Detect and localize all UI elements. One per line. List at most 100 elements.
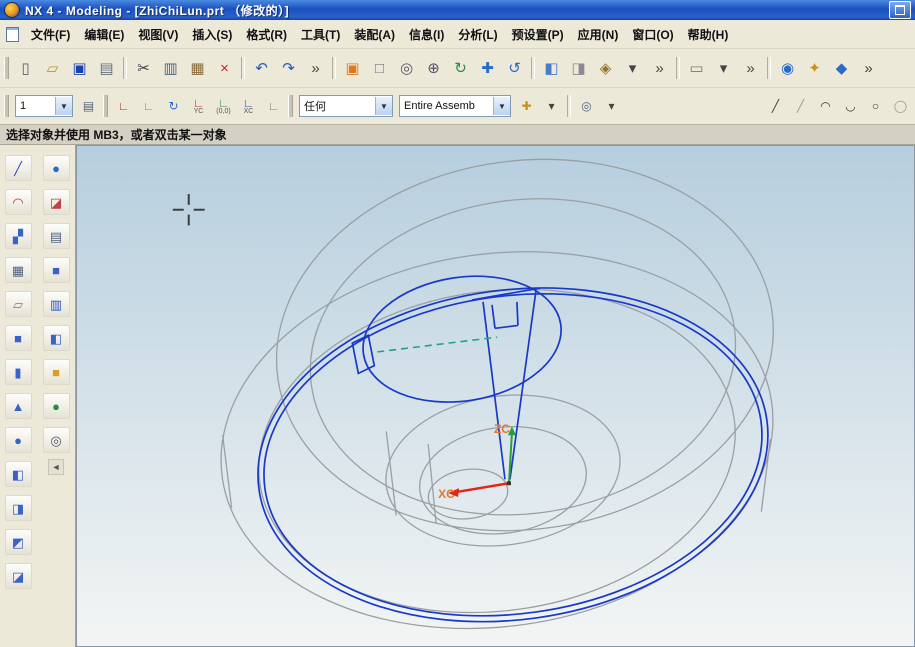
zoom-button[interactable]: ◎: [393, 54, 420, 82]
paste-button[interactable]: ▦: [184, 54, 211, 82]
measure-button[interactable]: ▭: [683, 54, 710, 82]
snap-end-point-button[interactable]: ∟: [111, 93, 136, 119]
restore-button[interactable]: [889, 1, 911, 19]
toolbar-overflow-3-button[interactable]: »: [737, 54, 764, 82]
open-button[interactable]: ▱: [39, 54, 66, 82]
instance-button[interactable]: ◎: [43, 427, 70, 453]
wcs-triad[interactable]: ZC XC: [438, 422, 516, 501]
circle-tool-button[interactable]: ○: [863, 93, 888, 119]
boss-button[interactable]: ■: [43, 359, 70, 385]
cone-button[interactable]: ▲: [5, 393, 32, 419]
menu-application[interactable]: 应用(N): [571, 20, 626, 48]
datum-csys-button[interactable]: ◪: [43, 189, 70, 215]
visual-effects-button[interactable]: ◉: [774, 54, 801, 82]
line-button[interactable]: ╱: [5, 155, 32, 181]
high-quality-image-button[interactable]: ✦: [801, 54, 828, 82]
sphere-button[interactable]: ●: [5, 427, 32, 453]
graphics-window[interactable]: ZC XC: [76, 145, 915, 647]
toolbar-grip[interactable]: [4, 95, 8, 117]
chevron-down-icon[interactable]: ▼: [55, 97, 72, 115]
cut-button[interactable]: ✂: [130, 54, 157, 82]
undo-button[interactable]: ↶: [248, 54, 275, 82]
menu-format[interactable]: 格式(R): [239, 20, 294, 48]
copy-button[interactable]: ▥: [157, 54, 184, 82]
toolbar-grip[interactable]: [103, 95, 107, 117]
layer-category-button[interactable]: ▤: [43, 223, 70, 249]
wcs-dynamics-button[interactable]: ∟ YC: [186, 93, 211, 119]
menu-insert[interactable]: 插入(S): [185, 20, 239, 48]
zoom-in-out-button[interactable]: ⊕: [420, 54, 447, 82]
toolbar-grip[interactable]: [288, 95, 292, 117]
toolbar-overflow-4-button[interactable]: »: [855, 54, 882, 82]
chevron-down-icon[interactable]: ▼: [375, 97, 392, 115]
display-properties-button[interactable]: ◆: [828, 54, 855, 82]
extrude-button[interactable]: ■: [43, 257, 70, 283]
refresh-button[interactable]: ↻: [447, 54, 474, 82]
pan-button[interactable]: ✚: [474, 54, 501, 82]
collapse-arrow-button[interactable]: ◄: [48, 459, 64, 475]
delete-button[interactable]: ×: [211, 54, 238, 82]
new-button[interactable]: ▯: [12, 54, 39, 82]
wcs-rotate-button[interactable]: ↻: [161, 93, 186, 119]
wireframe-view-button[interactable]: ◨: [565, 54, 592, 82]
selection-priority-button[interactable]: ◎: [574, 93, 599, 119]
zoom-window-button[interactable]: □: [366, 54, 393, 82]
save-button[interactable]: ▣: [66, 54, 93, 82]
centerline[interactable]: [377, 337, 497, 352]
toolbar-grip[interactable]: [4, 57, 8, 79]
menu-assemblies[interactable]: 装配(A): [347, 20, 402, 48]
menu-view[interactable]: 视图(V): [131, 20, 185, 48]
redo-button[interactable]: ↷: [275, 54, 302, 82]
inferred-line-tool-button[interactable]: ╱: [788, 93, 813, 119]
snap-mid-point-button[interactable]: ∟: [136, 93, 161, 119]
xc-axis[interactable]: [456, 483, 509, 492]
menu-window[interactable]: 窗口(O): [625, 20, 680, 48]
menu-file[interactable]: 文件(F): [24, 20, 77, 48]
shaded-view-button[interactable]: ◧: [538, 54, 565, 82]
menu-help[interactable]: 帮助(H): [681, 20, 736, 48]
chevron-down-icon[interactable]: ▼: [493, 97, 510, 115]
orient-view-tool-button[interactable]: ●: [43, 155, 70, 181]
unite-button[interactable]: ◧: [5, 461, 32, 487]
class-selection-menu-button[interactable]: ▾: [539, 93, 564, 119]
arc-button[interactable]: ◠: [5, 189, 32, 215]
datum-plane-button[interactable]: ▱: [5, 291, 32, 317]
selected-sketch[interactable]: [236, 257, 790, 646]
menu-analysis[interactable]: 分析(L): [451, 20, 504, 48]
subtract-button[interactable]: ◨: [5, 495, 32, 521]
measure-menu-button[interactable]: ▾: [710, 54, 737, 82]
fillet-tool-button[interactable]: ◡: [838, 93, 863, 119]
toolbar-overflow-button[interactable]: »: [302, 54, 329, 82]
basic-curves-button[interactable]: ▞: [5, 223, 32, 249]
revolve-button[interactable]: ▥: [43, 291, 70, 317]
selection-scope-select[interactable]: Entire Assemb ▼: [399, 95, 511, 117]
orient-view-button[interactable]: ◈: [592, 54, 619, 82]
arc-tool-button[interactable]: ◠: [813, 93, 838, 119]
block-button[interactable]: ■: [5, 325, 32, 351]
selection-menu-button[interactable]: ▾: [599, 93, 624, 119]
wcs-orient-button[interactable]: ∟: [261, 93, 286, 119]
title-bar[interactable]: NX 4 - Modeling - [ZhiChiLun.prt （修改的）]: [0, 0, 915, 20]
layer-select[interactable]: 1 ▼: [15, 95, 73, 117]
edit-feature-button[interactable]: ◪: [5, 563, 32, 589]
cylinder-button[interactable]: ▮: [5, 359, 32, 385]
wcs-origin-button[interactable]: ∟ (0,0): [211, 93, 236, 119]
view-menu-button[interactable]: ▾: [619, 54, 646, 82]
wcs-display-button[interactable]: ∟ XC: [236, 93, 261, 119]
rotate-view-button[interactable]: ↺: [501, 54, 528, 82]
menu-preferences[interactable]: 预设置(P): [505, 20, 571, 48]
layer-settings-button[interactable]: ▤: [76, 93, 101, 119]
print-button[interactable]: ▤: [93, 54, 120, 82]
class-selection-button[interactable]: ✚: [514, 93, 539, 119]
pocket-button[interactable]: ●: [43, 393, 70, 419]
intersect-button[interactable]: ◩: [5, 529, 32, 555]
toolbar-overflow-2-button[interactable]: »: [646, 54, 673, 82]
menu-tools[interactable]: 工具(T): [294, 20, 347, 48]
circle-center-tool-button[interactable]: ◯: [888, 93, 913, 119]
hole-button[interactable]: ◧: [43, 325, 70, 351]
menu-information[interactable]: 信息(I): [402, 20, 451, 48]
type-filter-select[interactable]: 任何 ▼: [299, 95, 393, 117]
menu-edit[interactable]: 编辑(E): [77, 20, 131, 48]
fit-view-button[interactable]: ▣: [339, 54, 366, 82]
sketch-button[interactable]: ▦: [5, 257, 32, 283]
